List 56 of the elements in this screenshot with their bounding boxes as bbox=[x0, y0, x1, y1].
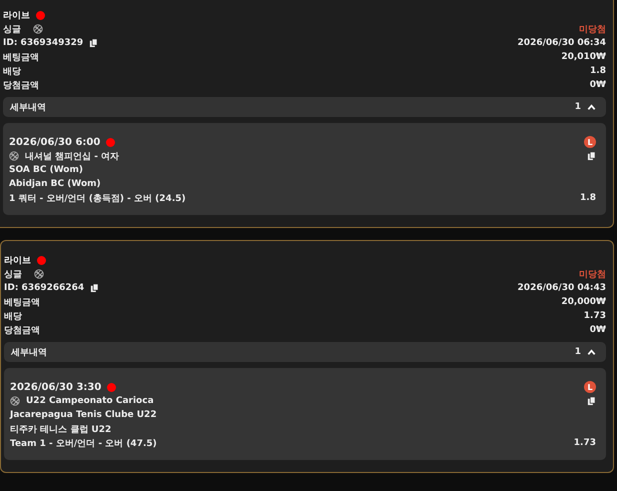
bet-type: 싱글 bbox=[3, 24, 21, 36]
placed-time: 2026/06/30 06:34 bbox=[518, 38, 606, 48]
live-badge: L bbox=[584, 381, 596, 393]
home-team: Jacarepagua Tenis Clube U22 bbox=[10, 410, 157, 420]
ball-icon bbox=[10, 396, 20, 406]
live-label: 라이브 bbox=[3, 10, 30, 22]
selection-odds: 1.73 bbox=[574, 438, 596, 448]
row-label: 당첨금액 bbox=[4, 324, 40, 336]
bet-type: 싱글 bbox=[4, 268, 22, 280]
home-team: SOA BC (Wom) bbox=[9, 165, 83, 175]
bet-status: 미당첨 bbox=[579, 268, 606, 280]
details-label: 세부내역 bbox=[11, 346, 47, 358]
details-count: 1 bbox=[574, 347, 581, 357]
row-value: 0₩ bbox=[590, 80, 606, 90]
market-text: Team 1 - 오버/언더 - 오버 (47.5) bbox=[10, 438, 157, 450]
bet-id: ID: 6369349329 bbox=[3, 38, 84, 48]
row-label: 당첨금액 bbox=[3, 80, 39, 92]
details-toggle[interactable]: 세부내역 1 bbox=[4, 342, 606, 362]
row-label: 베팅금액 bbox=[3, 52, 39, 64]
row-label: 베팅금액 bbox=[4, 296, 40, 308]
live-badge: L bbox=[584, 136, 596, 148]
copy-icon[interactable] bbox=[90, 283, 100, 293]
row-value: 0₩ bbox=[590, 325, 606, 335]
bet-status: 미당첨 bbox=[579, 24, 606, 36]
copy-icon[interactable] bbox=[587, 396, 596, 406]
details-count: 1 bbox=[574, 102, 581, 112]
details-toggle[interactable]: 세부내역 1 bbox=[3, 97, 606, 117]
row-value: 1.73 bbox=[584, 311, 606, 321]
event-time: 2026/06/30 6:00 bbox=[9, 136, 100, 148]
selection-odds: 1.8 bbox=[580, 193, 596, 203]
chevron-up-icon[interactable] bbox=[587, 102, 596, 112]
live-dot-icon bbox=[36, 10, 45, 20]
row-label: 배당 bbox=[4, 310, 22, 322]
row-label: 배당 bbox=[3, 66, 21, 78]
placed-time: 2026/06/30 04:43 bbox=[518, 283, 606, 293]
live-dot-icon bbox=[107, 382, 116, 392]
copy-icon[interactable] bbox=[89, 38, 98, 48]
live-label: 라이브 bbox=[4, 254, 31, 266]
ball-icon bbox=[9, 151, 19, 161]
away-team: Abidjan BC (Wom) bbox=[9, 179, 101, 189]
live-dot-icon bbox=[106, 138, 116, 146]
away-team: 티주카 테니스 클럽 U22 bbox=[10, 424, 112, 436]
row-value: 1.8 bbox=[590, 66, 606, 76]
ball-icon bbox=[33, 24, 43, 34]
chevron-up-icon[interactable] bbox=[587, 348, 596, 356]
league-name: U22 Campeonato Carioca bbox=[26, 396, 154, 406]
bet-id: ID: 6369266264 bbox=[4, 283, 84, 293]
copy-icon[interactable] bbox=[587, 151, 596, 161]
league-name: 내셔널 챔피언십 - 여자 bbox=[25, 150, 120, 162]
live-dot-icon bbox=[37, 256, 46, 264]
event-time: 2026/06/30 3:30 bbox=[10, 382, 102, 392]
ball-icon bbox=[34, 269, 44, 279]
row-value: 20,010₩ bbox=[561, 52, 606, 62]
details-label: 세부내역 bbox=[10, 102, 46, 114]
row-value: 20,000₩ bbox=[561, 297, 606, 307]
market-text: 1 쿼터 - 오버/언더 (총득점) - 오버 (24.5) bbox=[9, 192, 186, 204]
